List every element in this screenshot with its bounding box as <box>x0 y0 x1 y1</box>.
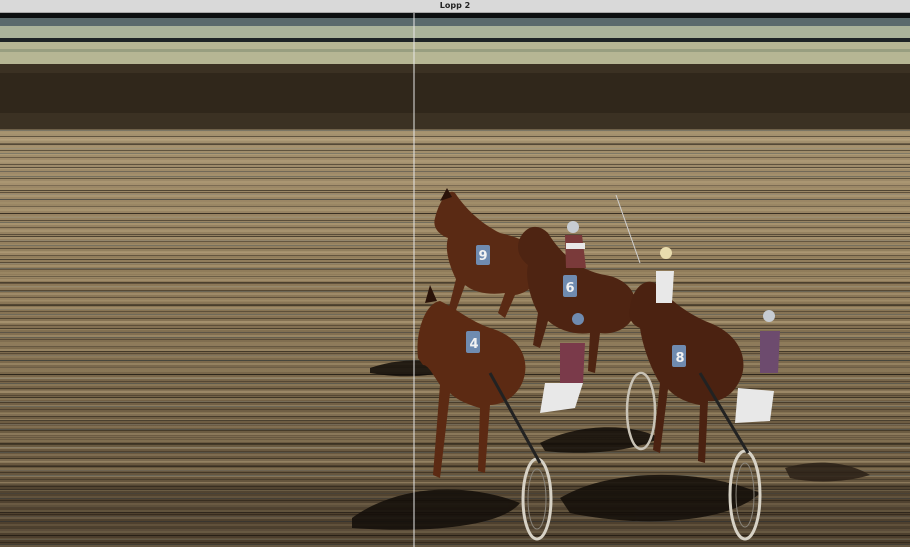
photo-finish-window: Lopp 2 9 6 4 8 <box>0 0 910 547</box>
photo-finish-image: 9 6 4 8 <box>0 13 910 547</box>
saddle-number-9: 9 <box>478 249 487 264</box>
saddle-number-6: 6 <box>565 281 574 296</box>
window-title: Lopp 2 <box>439 1 471 10</box>
title-bar: Lopp 2 <box>0 0 910 13</box>
saddle-number-4: 4 <box>469 337 478 352</box>
background-bands <box>0 13 910 547</box>
saddle-number-8: 8 <box>675 351 684 366</box>
